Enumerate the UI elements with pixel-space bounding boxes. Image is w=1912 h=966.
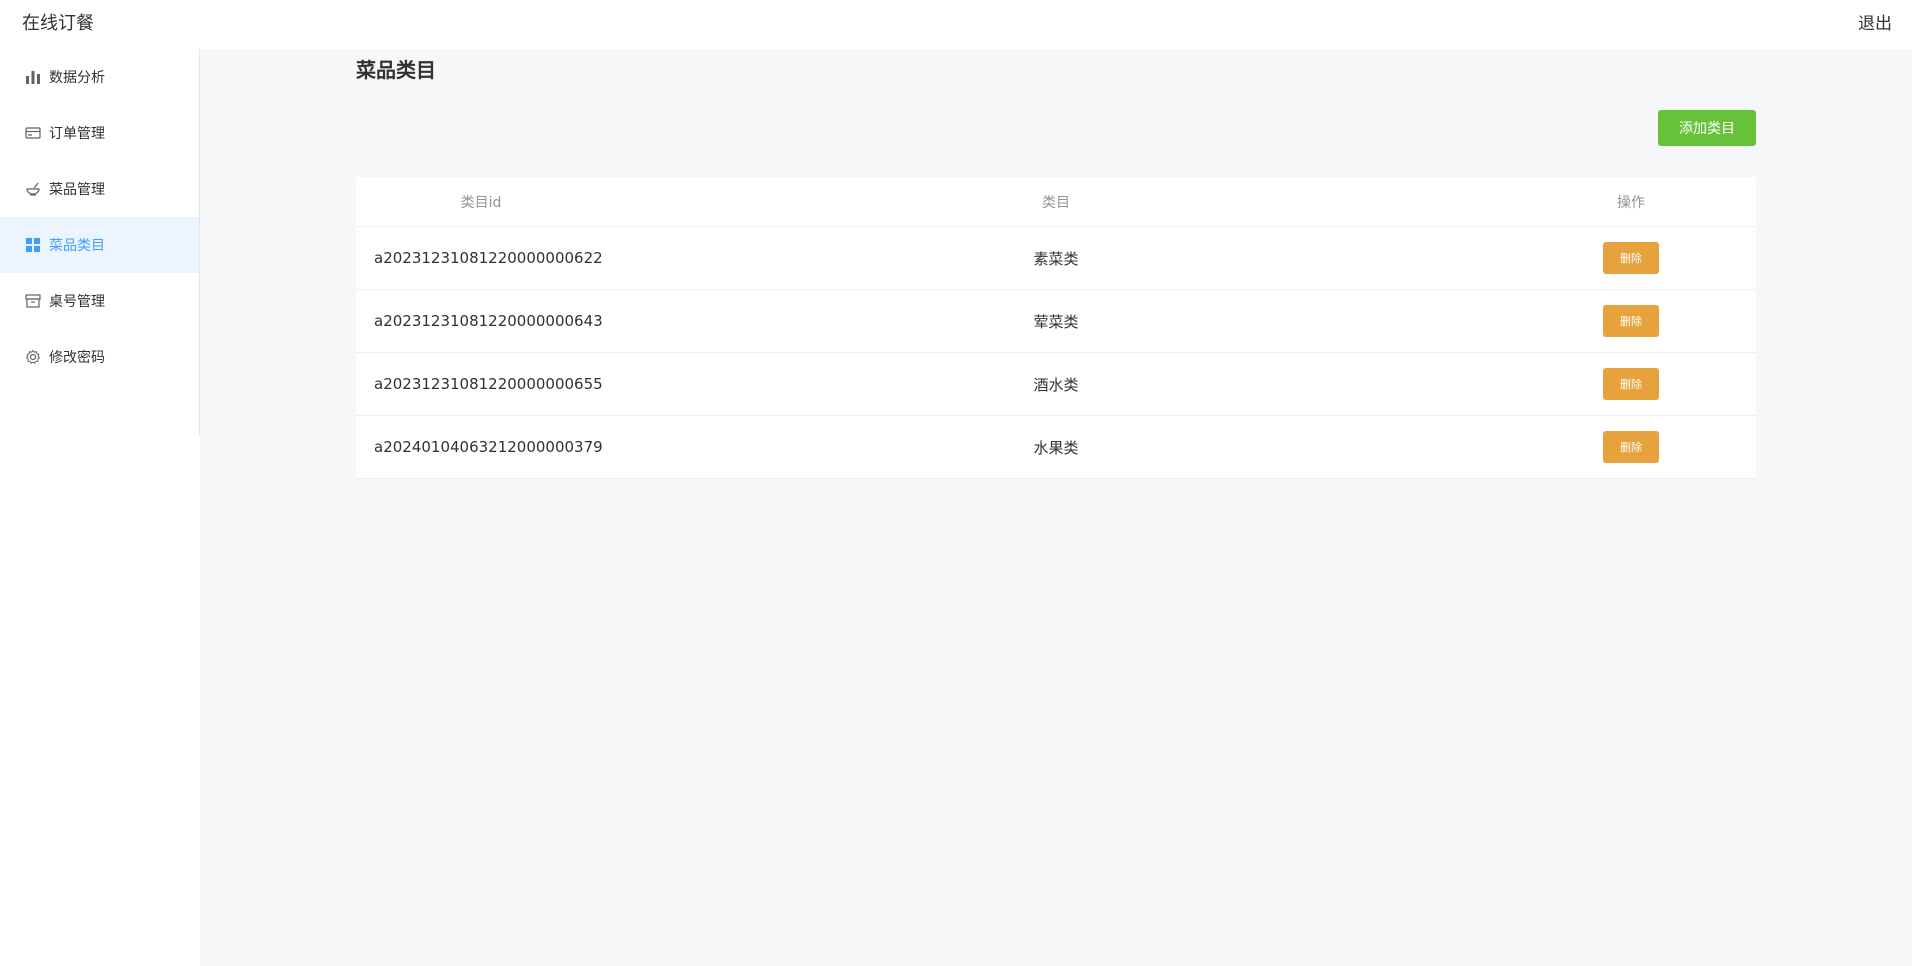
- action-cell: 删除: [1506, 431, 1756, 463]
- add-category-button[interactable]: 添加类目: [1658, 110, 1756, 146]
- delete-button[interactable]: 删除: [1603, 431, 1659, 463]
- action-cell: 删除: [1506, 368, 1756, 400]
- sidebar-item-label: 数据分析: [49, 70, 105, 86]
- bowl-icon: [24, 180, 42, 198]
- sidebar-item-orders[interactable]: 订单管理: [0, 105, 200, 161]
- table-row: a20231231081220000000655 酒水类 删除: [356, 353, 1756, 416]
- category-id-cell: a20240104063212000000379: [374, 438, 603, 456]
- sidebar: 数据分析 订单管理 菜品管理 菜品类目 桌号管理 修改密码: [0, 49, 200, 966]
- sidebar-item-dishes[interactable]: 菜品管理: [0, 161, 200, 217]
- action-cell: 删除: [1506, 305, 1756, 337]
- column-header-id: 类目id: [460, 194, 502, 211]
- app-title: 在线订餐: [22, 13, 94, 34]
- table-row: a20231231081220000000643 荤菜类 删除: [356, 290, 1756, 353]
- top-bar: 在线订餐 退出: [0, 0, 1912, 49]
- page-title: 菜品类目: [356, 58, 436, 82]
- credit-card-icon: [24, 124, 42, 142]
- box-icon: [24, 292, 42, 310]
- category-id-cell: a20231231081220000000655: [374, 375, 603, 393]
- category-name-cell: 荤菜类: [1033, 312, 1079, 331]
- sidebar-item-tables[interactable]: 桌号管理: [0, 273, 200, 329]
- gear-icon: [24, 348, 42, 366]
- action-cell: 删除: [1506, 242, 1756, 274]
- table-row: a20231231081220000000622 素菜类 删除: [356, 227, 1756, 290]
- category-id-cell: a20231231081220000000643: [374, 312, 603, 330]
- sidebar-item-categories[interactable]: 菜品类目: [0, 217, 200, 273]
- sidebar-item-change-password[interactable]: 修改密码: [0, 329, 200, 385]
- sidebar-item-label: 订单管理: [49, 126, 105, 142]
- delete-button[interactable]: 删除: [1603, 242, 1659, 274]
- sidebar-item-label: 桌号管理: [49, 294, 105, 310]
- table-header: 类目id 类目 操作: [356, 177, 1756, 227]
- bar-chart-icon: [24, 68, 42, 86]
- table-row: a20240104063212000000379 水果类 删除: [356, 416, 1756, 479]
- column-header-action: 操作: [1617, 194, 1645, 211]
- sidebar-item-label: 菜品管理: [49, 182, 105, 198]
- category-name-cell: 酒水类: [1033, 375, 1079, 394]
- category-name-cell: 素菜类: [1033, 249, 1079, 268]
- category-id-cell: a20231231081220000000622: [374, 249, 603, 267]
- category-name-cell: 水果类: [1033, 438, 1079, 457]
- sidebar-item-label: 菜品类目: [49, 238, 105, 254]
- grid-icon: [24, 236, 42, 254]
- delete-button[interactable]: 删除: [1603, 368, 1659, 400]
- sidebar-item-label: 修改密码: [49, 350, 105, 366]
- logout-link[interactable]: 退出: [1858, 12, 1892, 36]
- category-table: 类目id 类目 操作 a20231231081220000000622 素菜类 …: [356, 177, 1756, 479]
- column-header-name: 类目: [1042, 194, 1070, 211]
- sidebar-item-data-analysis[interactable]: 数据分析: [0, 49, 200, 105]
- delete-button[interactable]: 删除: [1603, 305, 1659, 337]
- main-content: 菜品类目 添加类目 类目id 类目 操作 a202312310812200000…: [200, 49, 1912, 966]
